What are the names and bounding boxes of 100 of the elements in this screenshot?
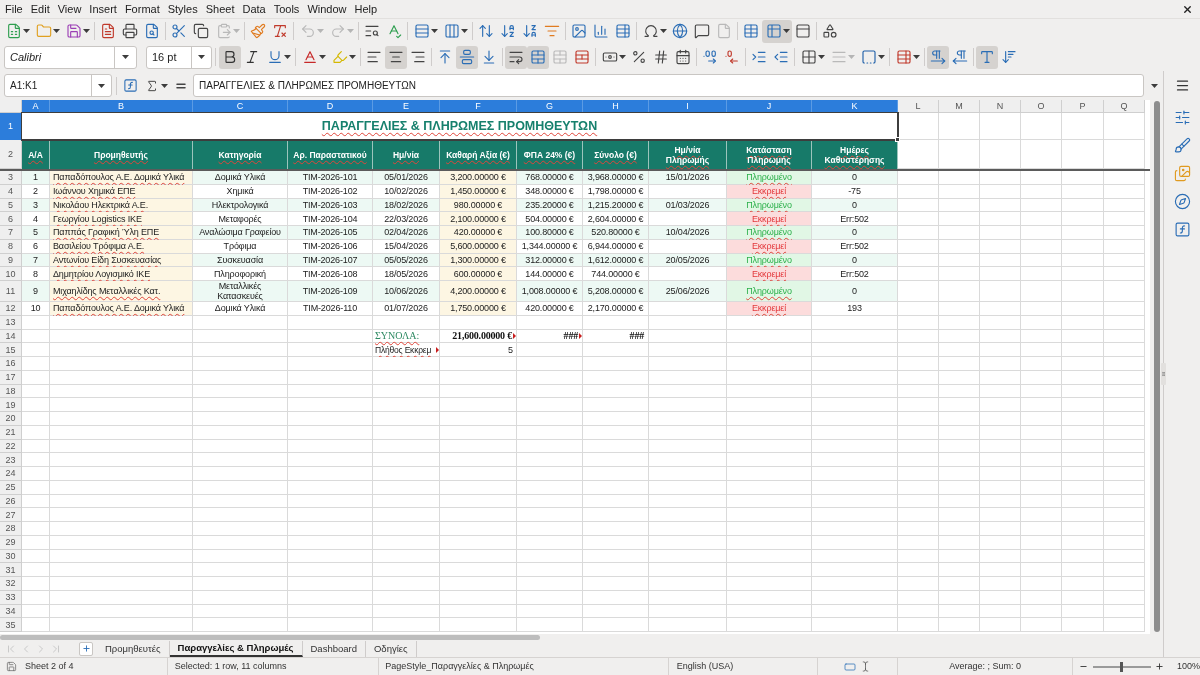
align-middle-button[interactable] bbox=[456, 45, 478, 69]
row-header[interactable]: 23 bbox=[0, 453, 22, 467]
align-top-icon bbox=[437, 49, 453, 65]
row-header[interactable]: 12 bbox=[0, 302, 22, 316]
column-header[interactable]: N bbox=[980, 100, 1021, 113]
table-cell: Εκκρεμεί bbox=[727, 212, 812, 226]
fill-handle[interactable] bbox=[895, 137, 900, 142]
menu-item[interactable]: File bbox=[1, 1, 27, 17]
sidebar-handle[interactable] bbox=[1161, 363, 1166, 385]
name-box-field[interactable]: A1:K1 bbox=[4, 74, 112, 97]
row-header[interactable]: 35 bbox=[0, 618, 22, 632]
scrollbar-thumb[interactable] bbox=[0, 634, 540, 640]
zoom-slider-thumb[interactable] bbox=[1120, 661, 1124, 672]
row-header[interactable]: 15 bbox=[0, 343, 22, 357]
language-label: English (USA) bbox=[676, 659, 734, 673]
left-to-right-button[interactable] bbox=[927, 45, 949, 69]
table-cell: Παππάς Γραφική Ύλη ΕΠΕ bbox=[50, 226, 193, 240]
row-header[interactable]: 6 bbox=[0, 212, 22, 226]
pilcrow-left-icon bbox=[952, 49, 968, 65]
row-header[interactable]: 32 bbox=[0, 577, 22, 591]
row-header[interactable]: 31 bbox=[0, 563, 22, 577]
caret-icon bbox=[348, 55, 356, 59]
table-cell: ΤΙΜ-2026-101 bbox=[288, 171, 373, 185]
menu-item[interactable]: Insert bbox=[85, 1, 121, 17]
row-header[interactable]: 7 bbox=[0, 226, 22, 240]
menu-item[interactable]: Tools bbox=[269, 1, 304, 17]
add-sheet-button[interactable] bbox=[79, 641, 93, 656]
menu-item[interactable]: Format bbox=[120, 1, 164, 17]
sheet-tab[interactable]: Προμηθευτές bbox=[97, 640, 170, 657]
dashed-square-icon bbox=[860, 49, 877, 65]
caret-icon bbox=[430, 29, 438, 33]
save-icon bbox=[6, 661, 17, 672]
image-icon bbox=[571, 23, 587, 39]
total-value: ### bbox=[629, 330, 644, 342]
count-value: 5 bbox=[508, 344, 513, 355]
formula-input-field[interactable]: ΠΑΡΑΓΓΕΛΙΕΣ & ΠΛΗΡΩΜΕΣ ΠΡΟΜΗΘΕΥΤΩΝ bbox=[193, 74, 1144, 97]
undo-icon bbox=[299, 23, 316, 39]
table-cell: 520.80000 € bbox=[583, 226, 649, 240]
menu-item[interactable]: Edit bbox=[26, 1, 54, 17]
table-cell: 5 bbox=[22, 226, 50, 240]
column-header[interactable]: M bbox=[939, 100, 980, 113]
menu-item[interactable]: Window bbox=[303, 1, 351, 17]
zoom-in-button[interactable] bbox=[1154, 660, 1165, 673]
column-heading: Α/Α bbox=[22, 140, 50, 169]
copy-icon bbox=[193, 23, 209, 39]
row-header[interactable]: 10 bbox=[0, 267, 22, 281]
table-cell: Μεταφορές bbox=[193, 212, 288, 226]
column-heading: Ημ/νία bbox=[373, 140, 440, 169]
menu-item[interactable]: Styles bbox=[163, 1, 202, 17]
row-header[interactable]: 11 bbox=[0, 281, 22, 302]
table-cell: Εκκρεμεί bbox=[727, 302, 812, 316]
column-header[interactable]: O bbox=[1021, 100, 1062, 113]
table-cell: 100.80000 € bbox=[517, 226, 583, 240]
table-icon bbox=[615, 23, 631, 39]
menu-item[interactable]: Sheet bbox=[201, 1, 239, 17]
bold-button[interactable] bbox=[219, 45, 241, 69]
table-icon bbox=[895, 49, 912, 65]
scissors-icon bbox=[171, 23, 187, 39]
align-center-button[interactable] bbox=[385, 45, 407, 69]
column-heading: Αρ. Παραστατικού bbox=[288, 140, 373, 169]
page-style-label: PageStyle_Παραγγελίες & Πληρωμές bbox=[385, 659, 534, 673]
scrollbar-thumb[interactable] bbox=[1153, 101, 1160, 632]
menu-item[interactable]: View bbox=[53, 1, 86, 17]
sheet-tab[interactable]: Dashboard bbox=[302, 640, 366, 657]
row-header[interactable]: 1 bbox=[0, 113, 22, 140]
caret-icon bbox=[283, 55, 291, 59]
sheet-tab[interactable]: Οδηγίες bbox=[366, 640, 417, 657]
page-icon bbox=[716, 23, 732, 39]
row-header[interactable]: 20 bbox=[0, 412, 22, 426]
caret-icon bbox=[847, 55, 855, 59]
column-header[interactable]: Q bbox=[1104, 100, 1145, 113]
row-header[interactable]: 2 bbox=[0, 140, 22, 169]
row-header[interactable]: 16 bbox=[0, 357, 22, 371]
font-size-field[interactable]: 16 pt bbox=[146, 45, 212, 69]
table-cell: Γεωργίου Logistics ΙΚΕ bbox=[50, 212, 193, 226]
title-cell: ΠΑΡΑΓΓΕΛΙΕΣ & ΠΛΗΡΩΜΕΣ ΠΡΟΜΗΘΕΥΤΩΝ bbox=[22, 113, 898, 140]
horizontal-text-button[interactable] bbox=[976, 45, 998, 69]
table-cell: 600.00000 € bbox=[440, 267, 517, 281]
decimal-arrow-left-icon bbox=[724, 49, 740, 65]
rows-icon bbox=[413, 23, 430, 39]
row-header[interactable]: 27 bbox=[0, 508, 22, 522]
sheet-tab[interactable]: Παραγγελίες & Πληρωμές bbox=[169, 640, 303, 657]
sliders-icon bbox=[1173, 108, 1191, 126]
menu-item[interactable]: Help bbox=[350, 1, 382, 17]
selection-status: Selected: 1 row, 11 columns bbox=[174, 659, 287, 673]
table-cell: 1 bbox=[22, 171, 50, 185]
row-header[interactable]: 28 bbox=[0, 522, 22, 536]
column-header[interactable]: L bbox=[898, 100, 939, 113]
freeze-button[interactable] bbox=[762, 19, 792, 43]
font-name-field[interactable]: Calibri bbox=[4, 45, 137, 69]
row-header[interactable]: 24 bbox=[0, 467, 22, 481]
totals-label: ΣΥΝΟΛΑ: bbox=[375, 330, 420, 342]
wrap-text-button[interactable] bbox=[505, 45, 527, 69]
table-cell: 02/04/2026 bbox=[373, 226, 440, 240]
table-cell: Δημητρίου Λογισμικό ΙΚΕ bbox=[50, 267, 193, 281]
row-header[interactable]: 19 bbox=[0, 398, 22, 412]
row-header[interactable]: 3 bbox=[0, 171, 22, 185]
table-cell: Πληροφορική bbox=[193, 267, 288, 281]
column-header[interactable]: P bbox=[1062, 100, 1104, 113]
menu-item[interactable]: Data bbox=[238, 1, 270, 17]
